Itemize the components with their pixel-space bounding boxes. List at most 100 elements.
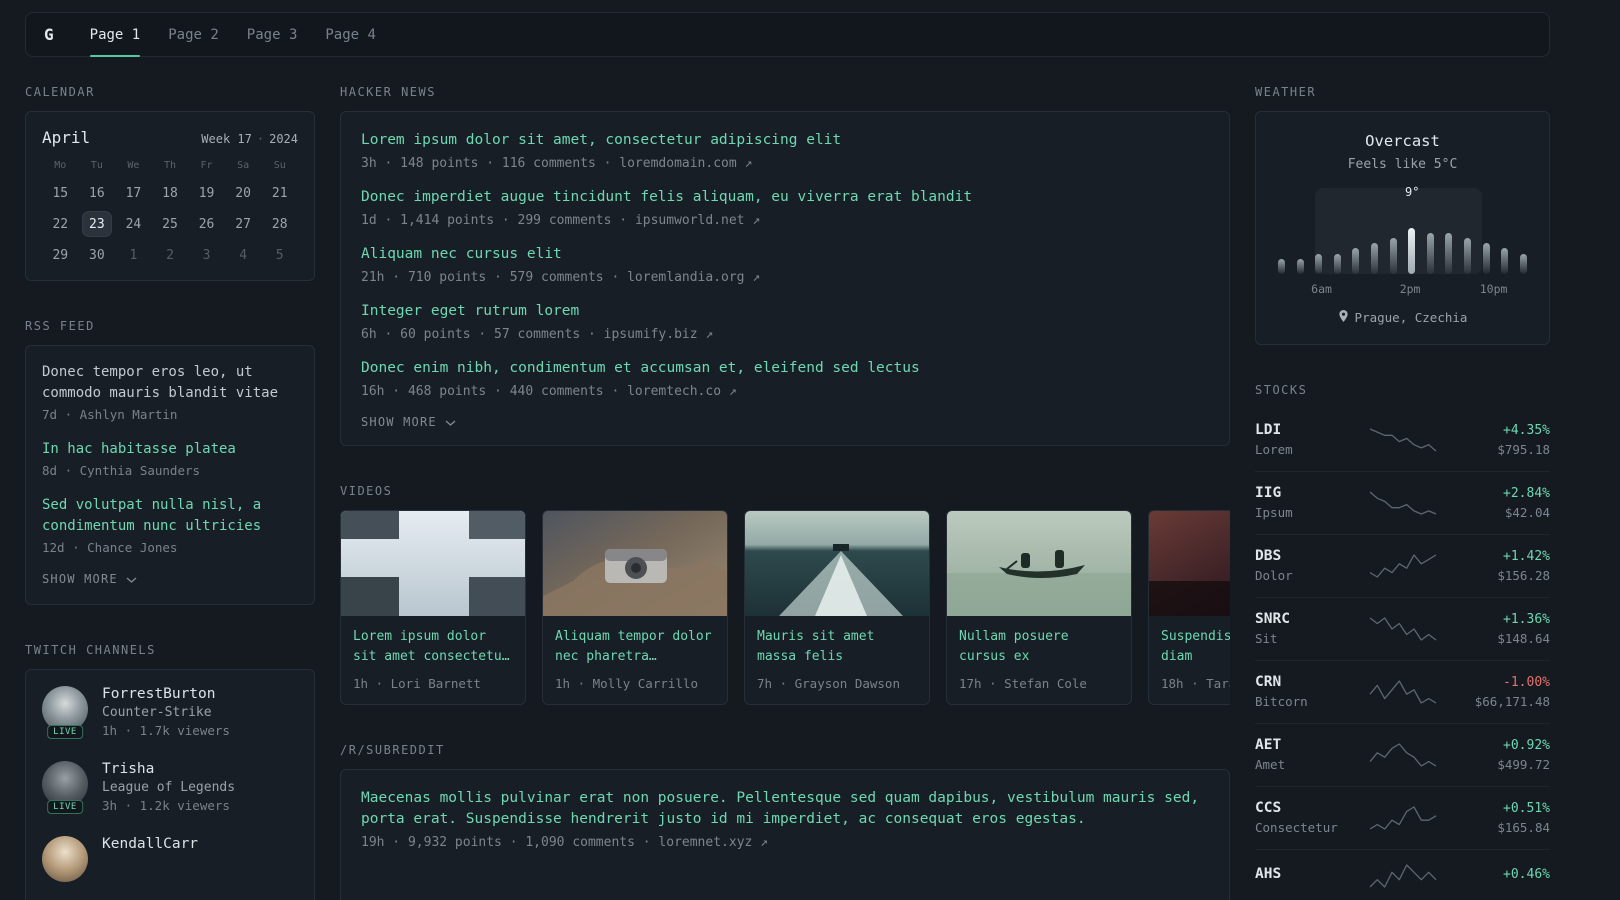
stock-symbol: DBS [1255, 548, 1282, 564]
calendar-day-header: Fr [200, 160, 213, 171]
stock-change: -1.00% [1503, 674, 1550, 690]
hackernews-show-more-label: SHOW MORE [361, 415, 437, 429]
stock-row[interactable]: CCS Consectetur +0.51% $165.84 [1255, 787, 1550, 850]
video-card[interactable]: Mauris sit amet massa felis 7h · Grayson … [744, 510, 930, 705]
calendar-day[interactable]: 25 [155, 211, 185, 237]
calendar-day[interactable]: 21 [265, 180, 295, 206]
twitch-channel-name[interactable]: ForrestBurton [102, 686, 230, 702]
hackernews-show-more-button[interactable]: SHOW MORE [361, 415, 1209, 431]
column-right: WEATHER Overcast Feels like 5°C 9° 6am 2p… [1255, 85, 1550, 900]
hackernews-item-title[interactable]: Donec imperdiet augue tincidunt felis al… [361, 187, 1209, 208]
twitch-channel-row[interactable]: KendallCarr [42, 836, 298, 882]
twitch-card: LIVE ForrestBurton Counter-Strike 1h · 1.7k… [25, 669, 315, 900]
stock-values: +2.84% $42.04 [1454, 486, 1550, 520]
tab-page-1[interactable]: Page 1 [89, 13, 140, 57]
video-title[interactable]: Lorem ipsum dolor sit amet consectetu… [353, 627, 513, 667]
calendar-day[interactable]: 29 [45, 242, 75, 268]
stock-row[interactable]: AET Amet +0.92% $499.72 [1255, 724, 1550, 787]
weather-widget: WEATHER Overcast Feels like 5°C 9° 6am 2p… [1255, 85, 1550, 345]
hackernews-item-title[interactable]: Aliquam nec cursus elit [361, 244, 1209, 265]
stock-price: $156.28 [1497, 567, 1550, 583]
video-title[interactable]: Suspendisse quis diam [1161, 627, 1230, 667]
calendar-day[interactable]: 17 [118, 180, 148, 206]
calendar-day[interactable]: 23 [81, 211, 112, 237]
rss-show-more-button[interactable]: SHOW MORE [42, 572, 298, 588]
video-title[interactable]: Mauris sit amet massa felis [757, 627, 917, 667]
rss-item-title[interactable]: Donec tempor eros leo, ut commodo mauris… [42, 362, 298, 404]
calendar-card: April Week 17 · 2024 Mo Tu We Th Fr Sa Su 15 16 17 1… [25, 111, 315, 281]
video-thumbnail[interactable] [947, 511, 1131, 616]
weather-bar [1501, 248, 1509, 274]
hackernews-item-title[interactable]: Lorem ipsum dolor sit amet, consectetur … [361, 130, 1209, 151]
video-meta: 1h · Molly Carrillo [555, 676, 698, 691]
calendar-day[interactable]: 2 [155, 242, 185, 268]
weather-hourly-chart: 9° [1276, 185, 1529, 274]
calendar-day[interactable]: 4 [228, 242, 258, 268]
twitch-channel-row[interactable]: LIVE Trisha League of Legends 3h · 1.2k vie… [42, 761, 298, 814]
hackernews-item-link[interactable]: loremlandia.org ↗ [627, 270, 760, 285]
app-logo[interactable]: G [44, 13, 54, 56]
calendar-day[interactable]: 30 [82, 242, 112, 268]
calendar-day[interactable]: 3 [192, 242, 222, 268]
video-card-body: Aliquam tempor dolor nec pharetra… 1h · M… [543, 616, 727, 704]
stock-row[interactable]: DBS Dolor +1.42% $156.28 [1255, 535, 1550, 598]
tab-page-4[interactable]: Page 4 [325, 13, 376, 56]
hackernews-item: Donec enim nibh, condimentum et accumsan… [361, 358, 1209, 399]
hackernews-item-link[interactable]: ipsumworld.net ↗ [635, 213, 760, 228]
hackernews-widget: HACKER NEWS Lorem ipsum dolor sit amet, … [340, 85, 1230, 446]
twitch-channel-name[interactable]: KendallCarr [102, 836, 198, 852]
tab-page-3[interactable]: Page 3 [247, 13, 298, 56]
video-thumbnail[interactable] [745, 511, 929, 616]
rss-item: Donec tempor eros leo, ut commodo mauris… [42, 362, 298, 422]
video-card[interactable]: Aliquam tempor dolor nec pharetra… 1h · M… [542, 510, 728, 705]
twitch-list: LIVE ForrestBurton Counter-Strike 1h · 1.7k… [42, 686, 298, 882]
stock-row[interactable]: SNRC Sit +1.36% $148.64 [1255, 598, 1550, 661]
stock-values: +1.42% $156.28 [1454, 549, 1550, 583]
calendar-day[interactable]: 15 [45, 180, 75, 206]
stock-row[interactable]: LDI Lorem +4.35% $795.18 [1255, 409, 1550, 472]
video-thumbnail[interactable] [341, 511, 525, 616]
stock-price: $795.18 [1497, 441, 1550, 457]
calendar-day[interactable]: 1 [118, 242, 148, 268]
stock-row[interactable]: CRN Bitcorn -1.00% $66,171.48 [1255, 661, 1550, 724]
calendar-day[interactable]: 16 [82, 180, 112, 206]
video-card[interactable]: Suspendisse quis diam 18h · Tara [1148, 510, 1230, 705]
video-title[interactable]: Aliquam tempor dolor nec pharetra… [555, 627, 715, 667]
calendar-day[interactable]: 24 [118, 211, 148, 237]
video-thumbnail[interactable] [1149, 511, 1230, 616]
calendar-day[interactable]: 19 [192, 180, 222, 206]
calendar-day[interactable]: 26 [192, 211, 222, 237]
hackernews-item-link[interactable]: ipsumify.biz ↗ [604, 327, 714, 342]
subreddit-widget-title: /R/SUBREDDIT [340, 743, 445, 757]
hackernews-item-link[interactable]: loremdomain.com ↗ [619, 156, 752, 171]
hackernews-item-link[interactable]: loremtech.co ↗ [627, 384, 737, 399]
video-thumbnail[interactable] [543, 511, 727, 616]
calendar-day[interactable]: 27 [228, 211, 258, 237]
hackernews-item: Lorem ipsum dolor sit amet, consectetur … [361, 130, 1209, 171]
stock-info: IIG Ipsum [1255, 485, 1351, 520]
subreddit-post-title[interactable]: Maecenas mollis pulvinar erat non posuer… [361, 788, 1209, 830]
stock-sparkline [1351, 553, 1454, 579]
rss-item-title[interactable]: Sed volutpat nulla nisl, a condimentum n… [42, 495, 298, 537]
hackernews-item-title[interactable]: Donec enim nibh, condimentum et accumsan… [361, 358, 1209, 379]
twitch-channel-row[interactable]: LIVE ForrestBurton Counter-Strike 1h · 1.7k… [42, 686, 298, 739]
twitch-channel-name[interactable]: Trisha [102, 761, 235, 777]
calendar-day[interactable]: 22 [45, 211, 75, 237]
stock-values: +4.35% $795.18 [1454, 423, 1550, 457]
calendar-day[interactable]: 28 [265, 211, 295, 237]
stock-row[interactable]: AHS +0.46% [1255, 850, 1550, 900]
video-card[interactable]: Lorem ipsum dolor sit amet consectetu… 1h… [340, 510, 526, 705]
twitch-avatar-wrap: LIVE [42, 686, 88, 739]
stock-row[interactable]: IIG Ipsum +2.84% $42.04 [1255, 472, 1550, 535]
calendar-day[interactable]: 5 [265, 242, 295, 268]
calendar-day[interactable]: 20 [228, 180, 258, 206]
tab-page-2[interactable]: Page 2 [168, 13, 219, 56]
hackernews-item-title[interactable]: Integer eget rutrum lorem [361, 301, 1209, 322]
video-title[interactable]: Nullam posuere cursus ex [959, 627, 1119, 667]
rss-item-title[interactable]: In hac habitasse platea [42, 439, 298, 460]
subreddit-post-link[interactable]: loremnet.xyz ↗ [658, 835, 768, 850]
calendar-day[interactable]: 18 [155, 180, 185, 206]
twitch-channel-meta: 3h · 1.2k viewers [102, 798, 230, 813]
stock-change: +1.42% [1503, 548, 1550, 564]
video-card[interactable]: Nullam posuere cursus ex 17h · Stefan Col… [946, 510, 1132, 705]
